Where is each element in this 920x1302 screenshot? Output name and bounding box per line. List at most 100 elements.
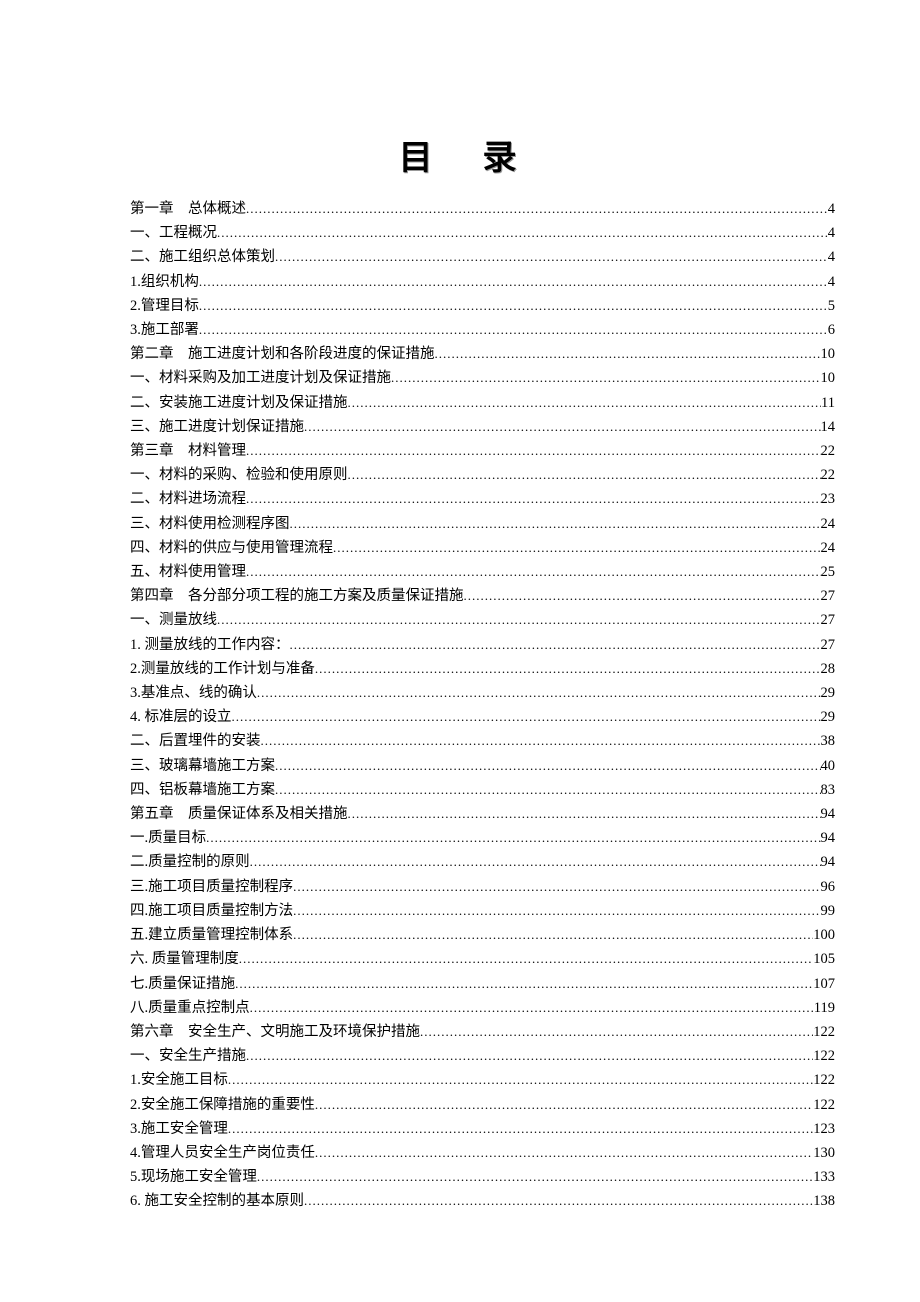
toc-entry-page: 40 [821,754,836,778]
toc-entry-label: 6. 施工安全控制的基本原则 [130,1189,304,1213]
toc-entry-label: 3.施工安全管理 [130,1117,228,1141]
toc-leader-dots: ........................................… [199,294,828,318]
toc-entry: 三、施工进度计划保证措施............................… [130,415,835,439]
toc-entry-page: 83 [821,778,836,802]
toc-entry-label: 八.质量重点控制点 [130,996,250,1020]
toc-entry-label: 六. 质量管理制度 [130,947,239,971]
toc-entry-label: 一、安全生产措施 [130,1044,246,1068]
toc-entry-page: 27 [821,608,836,632]
toc-leader-dots: ........................................… [228,1117,813,1141]
toc-leader-dots: ........................................… [246,439,821,463]
toc-entry-page: 122 [813,1044,835,1068]
toc-entry: 七.质量保证措施................................… [130,972,835,996]
toc-entry: 一、工程概况..................................… [130,221,835,245]
toc-entry-page: 22 [821,439,836,463]
toc-entry: 3.施工安全管理................................… [130,1117,835,1141]
toc-entry: 4. 标准层的设立...............................… [130,705,835,729]
toc-entry-label: 二、施工组织总体策划 [130,245,275,269]
toc-entry-page: 6 [828,318,835,342]
toc-entry-page: 100 [813,923,835,947]
toc-entry: 二、施工组织总体策划..............................… [130,245,835,269]
toc-entry: 第二章 施工进度计划和各阶段进度的保证措施...................… [130,342,835,366]
toc-entry: 五、材料使用管理................................… [130,560,835,584]
toc-entry-page: 130 [813,1141,835,1165]
toc-entry-label: 3.基准点、线的确认 [130,681,257,705]
toc-entry-label: 第五章 质量保证体系及相关措施 [130,802,348,826]
toc-entry: 五.建立质量管理控制体系............................… [130,923,835,947]
toc-leader-dots: ........................................… [246,560,821,584]
toc-entry-page: 4 [828,270,835,294]
toc-entry: 1.组织机构..................................… [130,270,835,294]
toc-entry-label: 第一章 总体概述 [130,197,246,221]
toc-entry-page: 28 [821,657,836,681]
toc-entry: 一、材料采购及加工进度计划及保证措施......................… [130,366,835,390]
toc-entry-label: 三、材料使用检测程序图 [130,512,290,536]
toc-entry: 第六章 安全生产、文明施工及环境保护措施....................… [130,1020,835,1044]
toc-entry: 三、材料使用检测程序图.............................… [130,512,835,536]
toc-leader-dots: ........................................… [348,391,822,415]
toc-entry-label: 1. 测量放线的工作内容： [130,633,290,657]
toc-entry: 四、铝板幕墙施工方案..............................… [130,778,835,802]
toc-leader-dots: ........................................… [250,850,821,874]
toc-leader-dots: ........................................… [246,197,828,221]
toc-entry-label: 一、测量放线 [130,608,217,632]
toc-entry-page: 123 [813,1117,835,1141]
toc-entry: 2.测量放线的工作计划与准备..........................… [130,657,835,681]
toc-entry-page: 119 [814,996,835,1020]
toc-leader-dots: ........................................… [348,802,821,826]
toc-entry-label: 1.安全施工目标 [130,1068,228,1092]
toc-leader-dots: ........................................… [217,221,828,245]
toc-leader-dots: ........................................… [333,536,821,560]
toc-entry-label: 二.质量控制的原则 [130,850,250,874]
toc-leader-dots: ........................................… [217,608,821,632]
toc-entry-label: 一、材料的采购、检验和使用原则 [130,463,348,487]
toc-entry-label: 二、安装施工进度计划及保证措施 [130,391,348,415]
toc-entry-page: 94 [821,826,836,850]
toc-entry-page: 29 [821,681,836,705]
toc-entry-page: 4 [828,245,835,269]
toc-entry-label: 3.施工部署 [130,318,199,342]
toc-entry-page: 96 [821,875,836,899]
toc-entry: 3.基准点、线的确认..............................… [130,681,835,705]
toc-entry-page: 24 [821,512,836,536]
toc-entry-label: 1.组织机构 [130,270,199,294]
toc-leader-dots: ........................................… [315,1141,813,1165]
toc-entry-page: 122 [813,1020,835,1044]
toc-leader-dots: ........................................… [232,705,821,729]
toc-leader-dots: ........................................… [315,1093,813,1117]
toc-entry-label: 五、材料使用管理 [130,560,246,584]
toc-entry: 四、材料的供应与使用管理流程..........................… [130,536,835,560]
toc-entry: 六. 质量管理制度...............................… [130,947,835,971]
toc-entry: 2.管理目标..................................… [130,294,835,318]
toc-entry: 八.质量重点控制点...............................… [130,996,835,1020]
toc-entry-label: 五.建立质量管理控制体系 [130,923,293,947]
toc-leader-dots: ........................................… [420,1020,813,1044]
toc-leader-dots: ........................................… [304,415,821,439]
toc-entry-page: 138 [813,1189,835,1213]
toc-leader-dots: ........................................… [199,270,828,294]
toc-leader-dots: ........................................… [199,318,828,342]
toc-entry-page: 122 [813,1093,835,1117]
toc-entry-label: 2.安全施工保障措施的重要性 [130,1093,315,1117]
toc-entry-label: 第六章 安全生产、文明施工及环境保护措施 [130,1020,420,1044]
toc-entry-label: 一、工程概况 [130,221,217,245]
toc-leader-dots: ........................................… [293,923,813,947]
toc-leader-dots: ........................................… [275,245,828,269]
toc-leader-dots: ........................................… [293,899,820,923]
toc-entry: 一、测量放线..................................… [130,608,835,632]
toc-entry: 三、玻璃幕墙施工方案..............................… [130,754,835,778]
toc-entry-page: 122 [813,1068,835,1092]
toc-entry-page: 29 [821,705,836,729]
toc-leader-dots: ........................................… [391,366,821,390]
toc-entry-label: 2.测量放线的工作计划与准备 [130,657,315,681]
toc-leader-dots: ........................................… [261,729,821,753]
toc-entry: 第五章 质量保证体系及相关措施.........................… [130,802,835,826]
toc-entry: 一、安全生产措施................................… [130,1044,835,1068]
toc-leader-dots: ........................................… [239,947,814,971]
document-title: 目录 [130,130,835,179]
toc-entry: 三.施工项目质量控制程序............................… [130,875,835,899]
toc-entry-page: 133 [813,1165,835,1189]
toc-leader-dots: ........................................… [206,826,820,850]
toc-entry-page: 38 [821,729,836,753]
toc-entry-label: 第二章 施工进度计划和各阶段进度的保证措施 [130,342,435,366]
